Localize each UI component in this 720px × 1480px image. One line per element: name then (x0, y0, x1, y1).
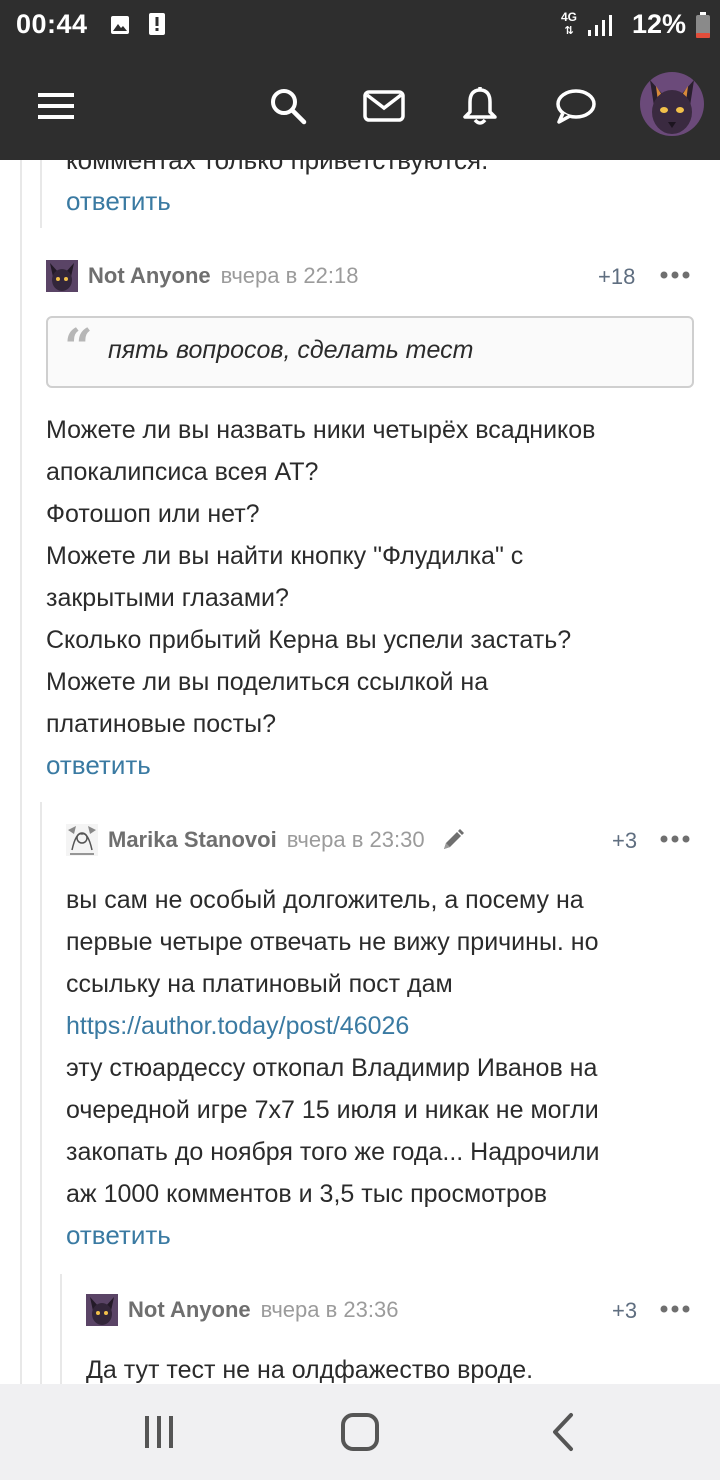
battery-level: 12% (632, 9, 687, 39)
alert-icon (149, 13, 165, 35)
wolf-avatar-icon (46, 260, 78, 292)
reply-link[interactable]: ответить (66, 186, 171, 217)
reply-link[interactable]: ответить (66, 1220, 171, 1251)
author-avatar[interactable] (86, 1294, 118, 1326)
notifications-button[interactable] (450, 76, 510, 136)
reply-link[interactable]: ответить (46, 750, 151, 781)
thread-line (40, 802, 42, 1384)
wolf-avatar-icon (86, 1294, 118, 1326)
comment-header: Not Anyone вчера в 23:36 (86, 1292, 398, 1328)
battery-icon (696, 12, 710, 38)
comment-quote: “ пять вопросов, сделать тест (46, 316, 694, 388)
home-icon (341, 1413, 379, 1451)
status-bar: 00:44 4G ⇅ 12% (0, 0, 720, 52)
mail-icon (363, 90, 405, 122)
comment-body: Можете ли вы назвать ники четырёх всадни… (46, 416, 596, 738)
more-options-icon[interactable] (660, 1304, 690, 1314)
user-avatar[interactable] (640, 72, 704, 136)
back-icon (553, 1413, 573, 1451)
system-nav-bar (0, 1384, 720, 1480)
comment-date[interactable]: вчера в 22:18 (221, 263, 359, 289)
comment-author[interactable]: Marika Stanovoi (108, 827, 277, 853)
wolf-avatar-icon (640, 72, 704, 136)
home-button[interactable] (335, 1410, 385, 1454)
comment-header: Not Anyone вчера в 22:18 (46, 258, 358, 294)
network-type: 4G ⇅ (560, 10, 577, 38)
search-button[interactable] (258, 76, 318, 136)
recent-apps-icon (145, 1416, 173, 1448)
messages-button[interactable] (354, 76, 414, 136)
recent-apps-button[interactable] (134, 1410, 184, 1454)
comment-score[interactable]: +3 (612, 828, 637, 854)
author-avatar[interactable] (66, 824, 98, 856)
app-header (0, 52, 720, 160)
comment-author[interactable]: Not Anyone (88, 263, 211, 289)
sketch-avatar-icon (66, 824, 98, 856)
thread-line (60, 1274, 62, 1384)
author-avatar[interactable] (46, 260, 78, 292)
more-options-icon[interactable] (660, 270, 690, 280)
comment-author[interactable]: Not Anyone (128, 1297, 251, 1323)
thread-line (40, 160, 42, 228)
comment-score[interactable]: +3 (612, 1298, 637, 1324)
menu-button[interactable] (26, 76, 86, 136)
post-link[interactable]: https://author.today/post/46026 (66, 1005, 600, 1047)
thread-line (20, 160, 22, 1384)
prev-comment-text: комментах только приветствуются. (66, 160, 489, 175)
more-options-icon[interactable] (660, 834, 690, 844)
search-icon (271, 89, 307, 125)
image-icon (111, 16, 129, 34)
menu-icon (38, 93, 74, 119)
comment-header: Marika Stanovoi вчера в 23:30 (66, 822, 465, 858)
quote-icon: “ (64, 317, 93, 376)
comment-date[interactable]: вчера в 23:30 (287, 827, 425, 853)
status-time: 00:44 (16, 9, 88, 39)
chat-icon (556, 89, 596, 124)
comment-score[interactable]: +18 (598, 264, 635, 290)
comments-area: комментах только приветствуются. ответит… (0, 160, 720, 1384)
comment-date[interactable]: вчера в 23:36 (261, 1297, 399, 1323)
comment-body: вы сам не особый долгожитель, а посему н… (66, 886, 600, 1208)
bell-icon (463, 87, 497, 125)
comment-body: Да тут тест не на олдфажество вроде. (86, 1356, 534, 1384)
signal-icon (588, 15, 612, 36)
quote-text: пять вопросов, сделать тест (108, 336, 474, 364)
back-button[interactable] (538, 1410, 588, 1454)
chat-button[interactable] (546, 76, 606, 136)
edit-pencil-icon (443, 829, 464, 849)
